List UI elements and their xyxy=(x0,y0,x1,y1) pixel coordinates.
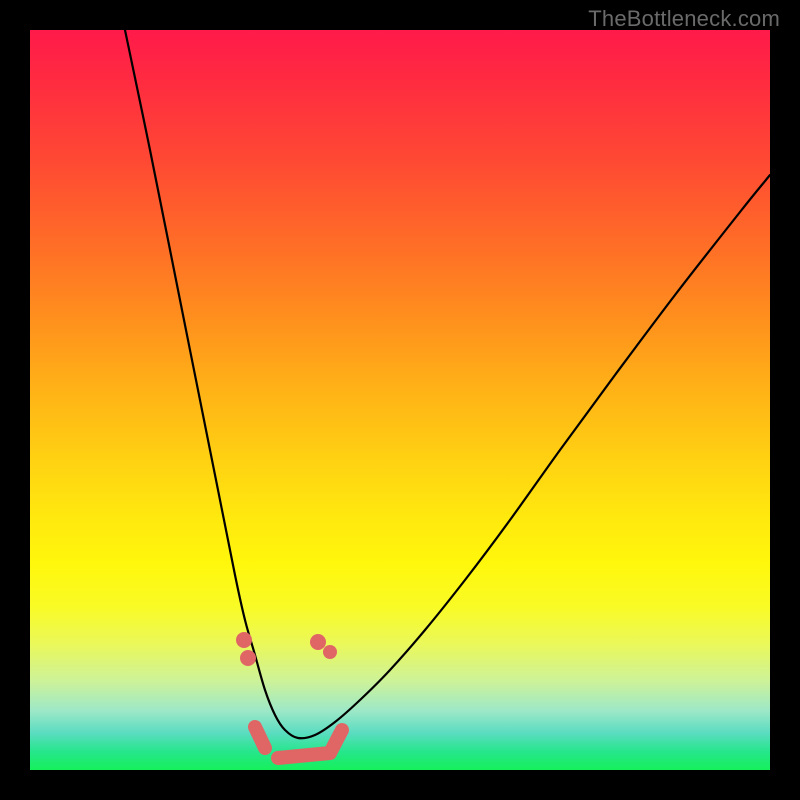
marker-dots xyxy=(236,632,337,666)
highlight-dot xyxy=(236,632,252,648)
bottleneck-curve xyxy=(125,30,770,738)
highlight-segment xyxy=(255,727,265,748)
highlight-segment xyxy=(278,753,330,758)
highlight-dot xyxy=(310,634,326,650)
highlight-segment xyxy=(330,730,342,753)
watermark-text: TheBottleneck.com xyxy=(588,6,780,32)
highlight-dot xyxy=(240,650,256,666)
chart-plot-area xyxy=(30,30,770,770)
highlight-dot xyxy=(323,645,337,659)
chart-svg xyxy=(30,30,770,770)
marker-segments xyxy=(255,727,342,758)
